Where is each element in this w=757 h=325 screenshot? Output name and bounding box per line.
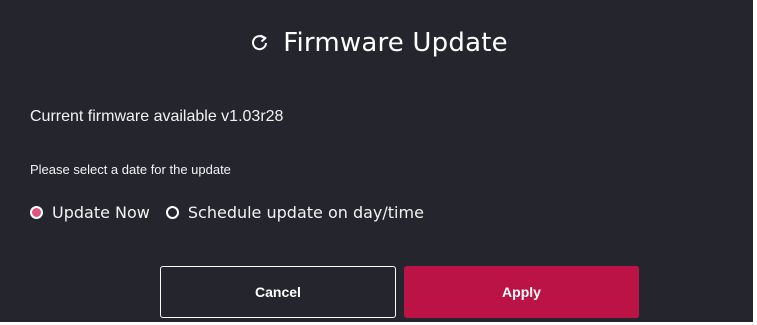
current-firmware-text: Current firmware available v1.03r28 bbox=[30, 108, 284, 125]
dialog-title: Firmware Update bbox=[283, 28, 508, 58]
update-now-radio[interactable] bbox=[30, 206, 43, 219]
update-mode-radio-group: Update Now Schedule update on day/time bbox=[30, 203, 424, 222]
dialog-header: Firmware Update bbox=[0, 22, 757, 64]
schedule-update-option[interactable]: Schedule update on day/time bbox=[165, 203, 424, 222]
update-now-option[interactable]: Update Now bbox=[30, 203, 150, 222]
cancel-button[interactable]: Cancel bbox=[160, 266, 396, 318]
firmware-update-dialog: Firmware Update Current firmware availab… bbox=[0, 0, 757, 325]
select-date-label: Please select a date for the update bbox=[30, 162, 231, 177]
update-now-label[interactable]: Update Now bbox=[52, 203, 150, 222]
apply-button[interactable]: Apply bbox=[404, 266, 639, 318]
refresh-icon bbox=[249, 32, 271, 54]
schedule-update-label[interactable]: Schedule update on day/time bbox=[188, 203, 424, 222]
schedule-update-radio[interactable] bbox=[165, 206, 179, 219]
